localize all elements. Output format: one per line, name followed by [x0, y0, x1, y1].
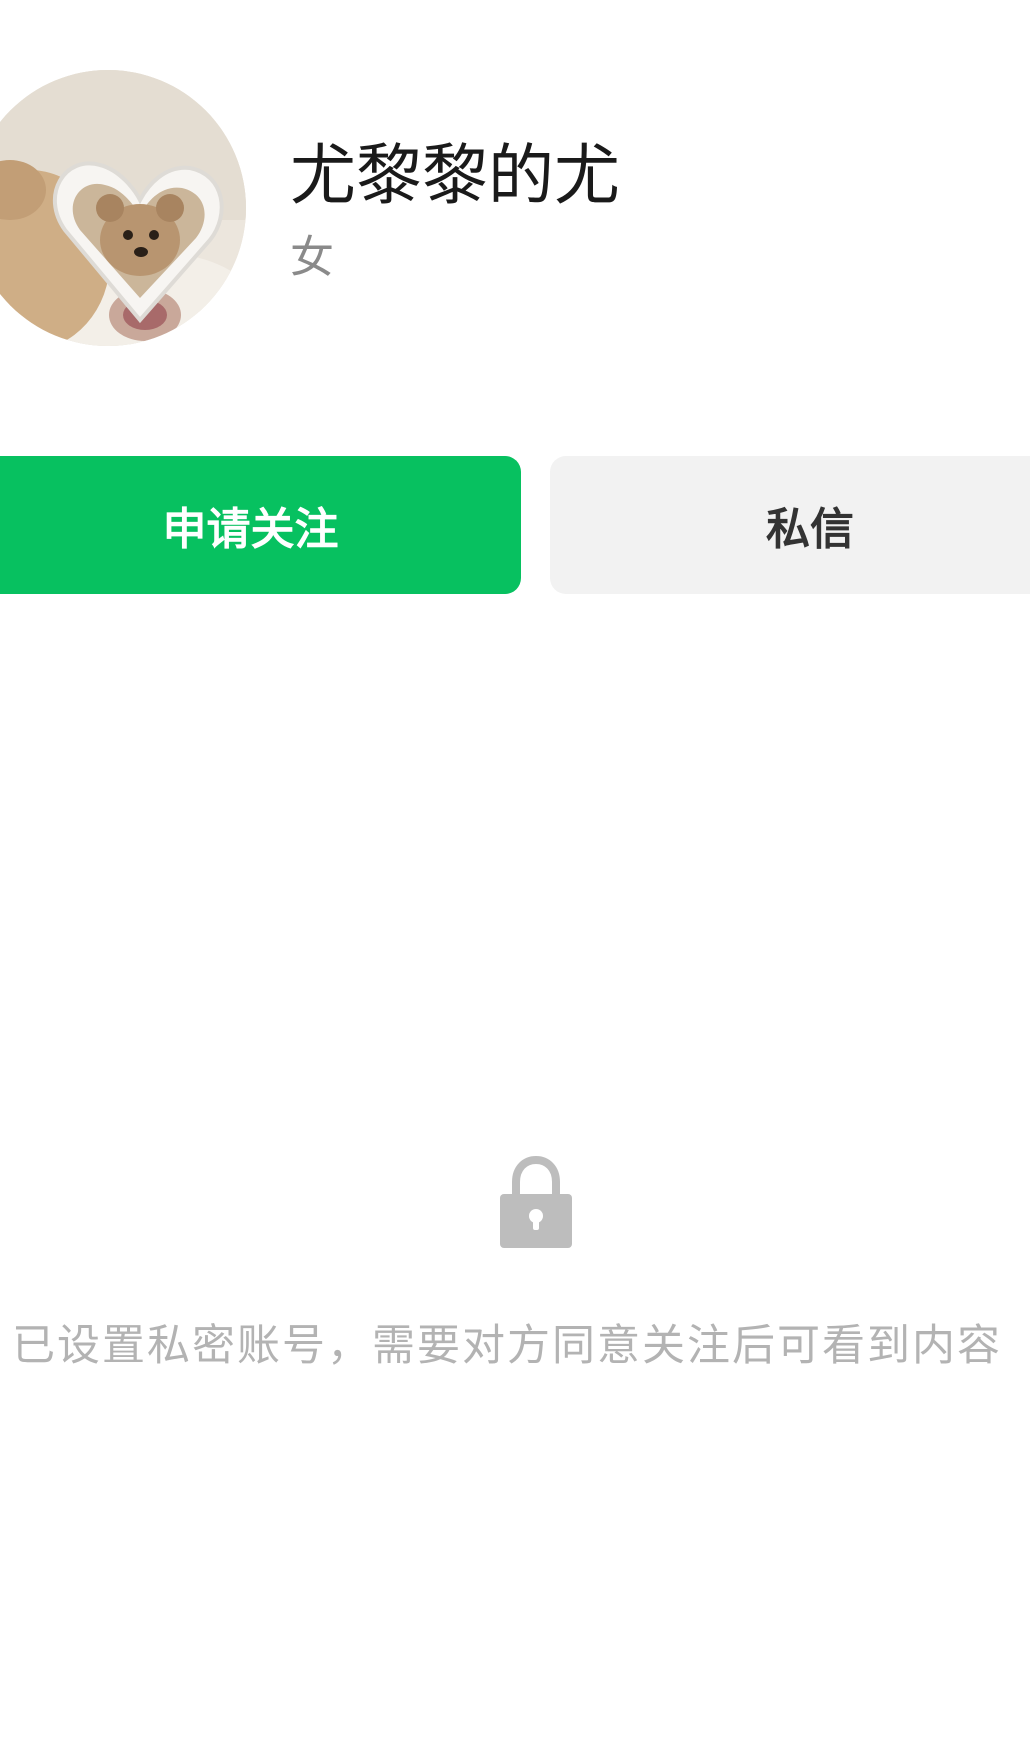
request-follow-button[interactable]: 申请关注	[0, 456, 521, 594]
profile-gender: 女	[290, 232, 334, 283]
private-message-button[interactable]: 私信	[550, 456, 1030, 594]
private-message-label: 私信	[766, 504, 854, 555]
lock-icon	[500, 1155, 572, 1248]
avatar-image	[0, 70, 246, 346]
profile-name: 尤黎黎的尤	[290, 137, 620, 214]
request-follow-label: 申请关注	[162, 504, 339, 555]
private-account-message: 已设置私密账号，需要对方同意关注后可看到内容	[12, 1321, 1002, 1371]
avatar[interactable]	[0, 70, 246, 346]
